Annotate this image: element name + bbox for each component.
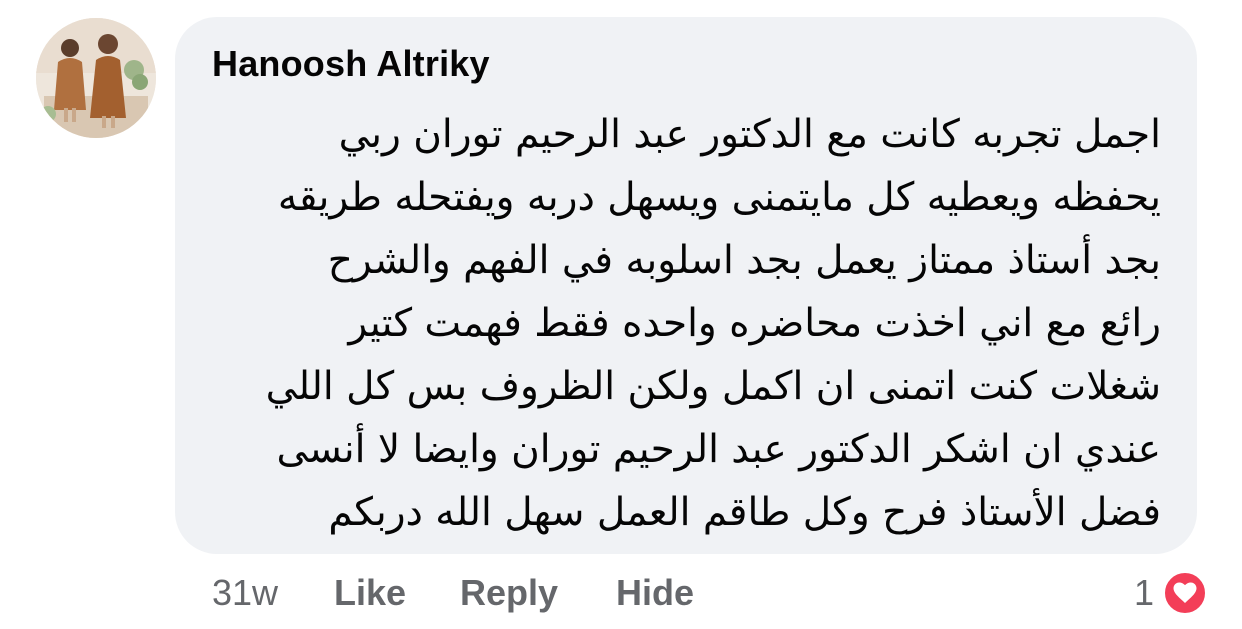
comment-line: فضل الأستاذ فرح وكل طاقم العمل سهل الله …	[328, 490, 1161, 535]
comment-actions: 31w Like Reply Hide 1	[0, 568, 1242, 618]
reply-button[interactable]: Reply	[460, 568, 558, 618]
comment-body: اجمل تجربه كانت مع الدكتور عبد الرحيم تو…	[201, 103, 1161, 544]
comment-line: يحفظه ويعطيه كل مايتمنى ويسهل دربه ويفتح…	[277, 175, 1161, 220]
comment-line: بجد أستاذ ممتاز يعمل بجد اسلوبه في الفهم…	[327, 238, 1161, 283]
heart-icon	[1162, 570, 1208, 616]
comment-line: شغلات كنت اتمنى ان اكمل ولكن الظروف بس ك…	[265, 364, 1161, 409]
comment-container: Hanoosh Altriky اجمل تجربه كانت مع الدكت…	[0, 0, 1242, 629]
avatar-image	[36, 18, 156, 138]
timestamp-link[interactable]: 31w	[212, 568, 278, 618]
comment-line: اجمل تجربه كانت مع الدكتور عبد الرحيم تو…	[338, 112, 1161, 157]
comment-line: رائع مع اني اخذت محاضره واحده فقط فهمت ك…	[348, 301, 1161, 346]
comment-line: عندي ان اشكر الدكتور عبد الرحيم توران وا…	[276, 427, 1161, 472]
hide-button[interactable]: Hide	[616, 568, 694, 618]
reaction-count: 1	[1133, 572, 1154, 613]
comment-author[interactable]: Hanoosh Altriky	[212, 43, 490, 85]
comment-bubble: Hanoosh Altriky اجمل تجربه كانت مع الدكت…	[175, 17, 1197, 554]
reaction-summary[interactable]: 1	[1134, 568, 1208, 618]
avatar[interactable]	[36, 18, 156, 138]
like-button[interactable]: Like	[334, 568, 406, 618]
